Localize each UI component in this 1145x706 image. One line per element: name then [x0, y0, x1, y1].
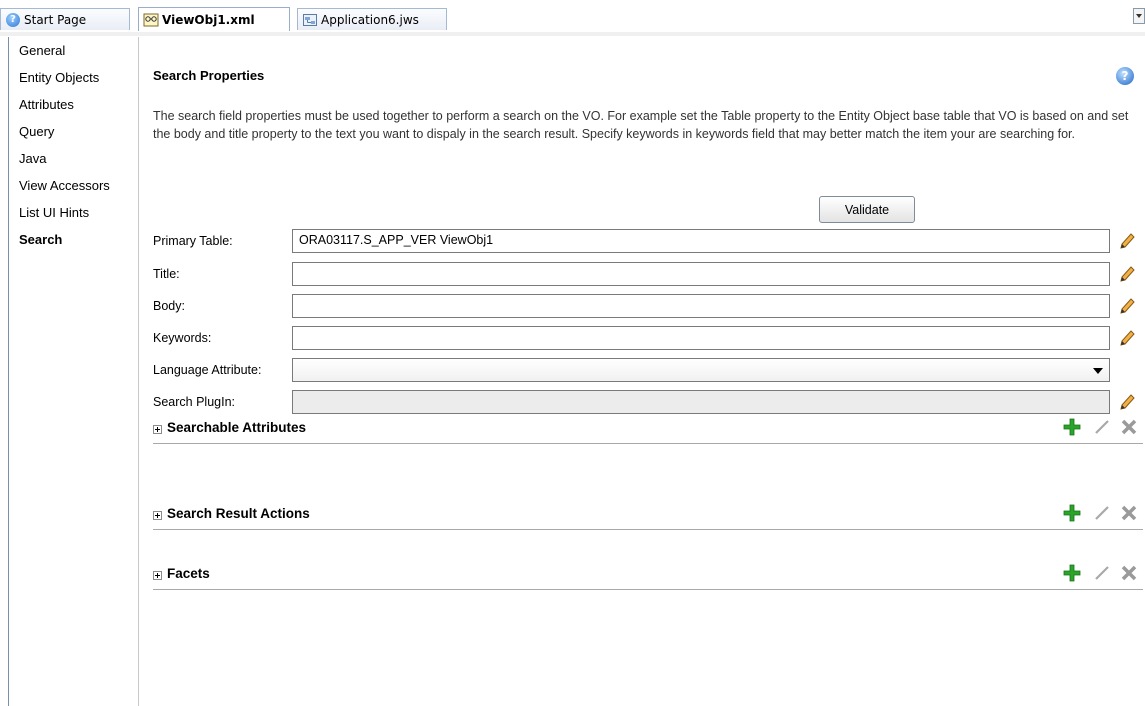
help-icon[interactable]: ?: [1116, 67, 1134, 85]
add-icon[interactable]: [1062, 503, 1082, 523]
search-plugin-label: Search PlugIn:: [153, 395, 235, 409]
tab-label: Start Page: [24, 12, 87, 27]
language-attribute-label: Language Attribute:: [153, 363, 262, 377]
edit-keywords-icon[interactable]: [1117, 328, 1137, 348]
delete-icon[interactable]: [1119, 563, 1139, 583]
tab-list-dropdown-icon[interactable]: [1133, 8, 1145, 24]
expand-icon[interactable]: [153, 571, 162, 580]
tab-label: Application6.jws: [321, 12, 419, 27]
section-facets[interactable]: Facets: [153, 563, 1143, 590]
title-label: Title:: [153, 267, 180, 281]
tab-application6-jws[interactable]: Application6.jws: [297, 8, 447, 30]
nav-item-query[interactable]: Query: [9, 118, 138, 145]
primary-table-field[interactable]: ORA03117.S_APP_VER ViewObj1: [292, 229, 1110, 253]
tab-viewobj1-xml[interactable]: ViewObj1.xml: [138, 7, 290, 31]
search-properties-panel: Search Properties ? The search field pro…: [139, 37, 1145, 706]
validate-button[interactable]: Validate: [819, 196, 915, 223]
language-attribute-select[interactable]: [292, 358, 1110, 382]
application-icon: [302, 12, 318, 28]
nav-item-attributes[interactable]: Attributes: [9, 91, 138, 118]
edit-search-plugin-icon[interactable]: [1117, 392, 1137, 412]
expand-icon[interactable]: [153, 511, 162, 520]
edit-icon[interactable]: [1092, 563, 1112, 583]
edit-body-icon[interactable]: [1117, 296, 1137, 316]
edit-icon[interactable]: [1092, 417, 1112, 437]
editor-navigator: General Entity Objects Attributes Query …: [8, 37, 139, 706]
nav-item-view-accessors[interactable]: View Accessors: [9, 172, 138, 199]
section-title: Facets: [167, 566, 210, 581]
nav-item-search[interactable]: Search: [9, 226, 138, 253]
page-title: Search Properties: [153, 68, 265, 83]
tab-start-page[interactable]: ? Start Page: [0, 8, 130, 30]
section-title: Searchable Attributes: [167, 420, 307, 435]
search-plugin-field[interactable]: [292, 390, 1110, 414]
delete-icon[interactable]: [1119, 417, 1139, 437]
help-circle-icon: ?: [5, 12, 21, 28]
keywords-field[interactable]: [292, 326, 1110, 350]
section-search-result-actions[interactable]: Search Result Actions: [153, 503, 1143, 530]
edit-icon[interactable]: [1092, 503, 1112, 523]
body-field[interactable]: [292, 294, 1110, 318]
keywords-label: Keywords:: [153, 331, 212, 345]
body-label: Body:: [153, 299, 185, 313]
section-searchable-attributes[interactable]: Searchable Attributes: [153, 417, 1143, 444]
add-icon[interactable]: [1062, 417, 1082, 437]
nav-item-entity-objects[interactable]: Entity Objects: [9, 64, 138, 91]
nav-item-general[interactable]: General: [9, 37, 138, 64]
expand-icon[interactable]: [153, 425, 162, 434]
primary-table-label: Primary Table:: [153, 234, 233, 248]
nav-item-java[interactable]: Java: [9, 145, 138, 172]
edit-title-icon[interactable]: [1117, 264, 1137, 284]
delete-icon[interactable]: [1119, 503, 1139, 523]
title-field[interactable]: [292, 262, 1110, 286]
tabs-row: ? Start Page ViewObj1.xml Application6.j…: [0, 7, 1145, 36]
editor-tab-strip: ? Start Page ViewObj1.xml Application6.j…: [0, 0, 1145, 37]
edit-primary-table-icon[interactable]: [1117, 231, 1137, 251]
nav-item-list-ui-hints[interactable]: List UI Hints: [9, 199, 138, 226]
section-title: Search Result Actions: [167, 506, 310, 521]
add-icon[interactable]: [1062, 563, 1082, 583]
description-text: The search field properties must be used…: [153, 109, 1129, 141]
view-object-icon: [143, 12, 159, 28]
tab-label: ViewObj1.xml: [162, 12, 255, 27]
chevron-down-icon: [1093, 368, 1103, 374]
